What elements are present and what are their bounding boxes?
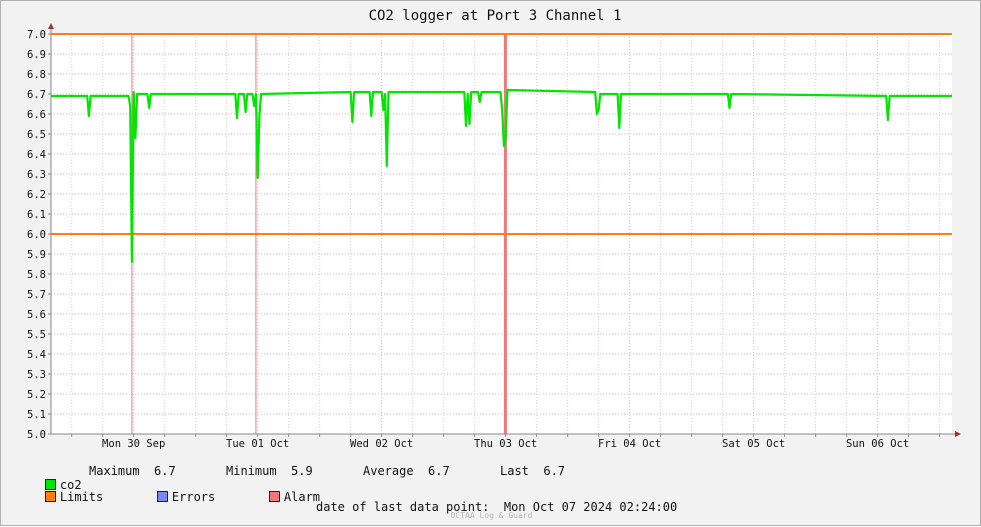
errors-swatch: [156, 491, 168, 502]
limits-swatch: [44, 491, 56, 502]
x-tick-label: Tue 01 Oct: [226, 438, 289, 450]
chart-svg: CO2 logger at Port 3 Channel 1 5.0 5.1 5.2…: [27, 8, 961, 450]
y-tick-label: 5.3: [27, 369, 46, 381]
chart-title: CO2 logger at Port 3 Channel 1: [369, 8, 622, 24]
x-tick-label: Wed 02 Oct: [350, 438, 413, 450]
alarm-swatch: [268, 491, 280, 502]
y-tick-label: 6.4: [27, 149, 46, 161]
y-tick-label: 5.0: [27, 429, 46, 441]
y-axis-arrow: [48, 23, 54, 29]
legend-alarm-label: Alarm: [283, 490, 321, 504]
x-tick-label: Sat 05 Oct: [722, 438, 785, 450]
y-tick-label: 5.1: [27, 409, 46, 421]
x-tick-label: Sun 06 Oct: [846, 438, 909, 450]
y-tick-label: 5.4: [27, 349, 46, 361]
y-tick-label: 5.7: [27, 289, 46, 301]
y-tick-label: 5.6: [27, 309, 46, 321]
x-tick-label: Thu 03 Oct: [474, 438, 537, 450]
y-tick-label: 6.5: [27, 129, 46, 141]
legend-errors-label: Errors: [171, 490, 216, 504]
y-tick-label: 5.5: [27, 329, 46, 341]
legend-average: Average 6.7: [363, 464, 450, 478]
y-tick-label: 6.0: [27, 229, 46, 241]
x-axis-ticks: Mon 30 Sep Tue 01 Oct Wed 02 Oct Thu 03 Oct…: [71, 434, 941, 450]
y-tick-label: 6.8: [27, 69, 46, 81]
y-tick-label: 5.9: [27, 249, 46, 261]
x-axis-arrow: [955, 431, 961, 437]
y-tick-label: 6.3: [27, 169, 46, 181]
y-tick-label: 7.0: [27, 29, 46, 41]
y-tick-label: 6.9: [27, 49, 46, 61]
watermark: OCTAA Log & Guard: [450, 511, 533, 520]
y-axis-ticks: 5.0 5.1 5.2 5.3 5.4 5.5 5.6 5.7 5.8 5.9 6.0 6.1 6.2 6…: [27, 29, 51, 441]
x-tick-label: Fri 04 Oct: [598, 438, 661, 450]
y-tick-label: 5.8: [27, 269, 46, 281]
y-tick-label: 6.7: [27, 89, 46, 101]
legend-last: Last 6.7: [500, 464, 566, 478]
y-tick-label: 6.1: [27, 209, 46, 221]
chart-panel: CO2 logger at Port 3 Channel 1 5.0 5.1 5.2…: [0, 0, 981, 526]
y-tick-label: 5.2: [27, 389, 46, 401]
y-tick-label: 6.2: [27, 189, 46, 201]
x-tick-label: Mon 30 Sep: [102, 438, 165, 450]
y-tick-label: 6.6: [27, 109, 46, 121]
legend-limits-label: Limits: [59, 490, 104, 504]
